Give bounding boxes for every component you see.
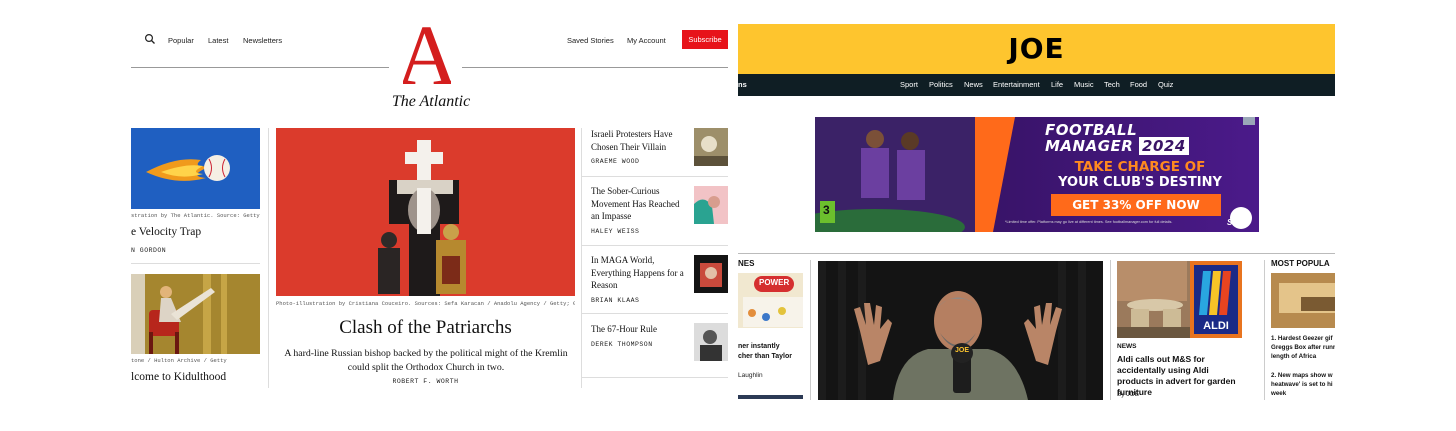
column-divider xyxy=(1264,260,1265,400)
hero-image[interactable] xyxy=(276,128,575,296)
story-headline[interactable]: ner instantly cher than Taylor xyxy=(738,342,804,362)
hero-dek[interactable]: A hard-line Russian bishop backed by the… xyxy=(281,347,571,374)
ad-year-badge: 2024 xyxy=(1139,137,1189,155)
nav-item-tech[interactable]: Tech xyxy=(1104,80,1120,89)
nav-item-quiz[interactable]: Quiz xyxy=(1158,80,1173,89)
hero-byline[interactable]: ROBERT F. WORTH xyxy=(276,378,575,385)
most-popular-thumbnail[interactable] xyxy=(1271,273,1335,328)
story-title[interactable]: e Velocity Trap xyxy=(131,226,201,238)
nav-item-politics[interactable]: Politics xyxy=(929,80,953,89)
image-caption: tone / Hulton Archive / Getty xyxy=(131,357,227,364)
story-divider xyxy=(582,245,728,246)
most-popular-header[interactable]: MOST POPULA xyxy=(1271,259,1330,268)
mic-logo: JOE xyxy=(955,347,970,354)
ad-fine-print: *Limited time offer. Platforms may go li… xyxy=(1005,220,1173,224)
column-divider xyxy=(810,260,811,400)
nav-item-life[interactable]: Life xyxy=(1051,80,1063,89)
joe-screenshot: JOE ns Sport Politics News Entertainment… xyxy=(738,0,1335,431)
side-story-byline[interactable]: BRIAN KLAAS xyxy=(591,297,639,304)
most-popular-item[interactable]: 2. New maps show w heatwave' is set to h… xyxy=(1271,371,1335,398)
story-divider xyxy=(582,377,728,378)
nav-popular[interactable]: Popular xyxy=(168,36,194,45)
atlantic-logo-mark[interactable]: A xyxy=(403,14,451,92)
atlantic-screenshot: Popular Latest Newsletters Saved Stories… xyxy=(131,0,728,431)
story-title[interactable]: lcome to Kidulthood xyxy=(131,371,226,383)
nav-item-entertainment[interactable]: Entertainment xyxy=(993,80,1040,89)
nav-my-account[interactable]: My Account xyxy=(627,36,666,45)
section-header[interactable]: NES xyxy=(738,259,754,268)
story-divider xyxy=(582,176,728,177)
patriarchs-collage xyxy=(276,128,575,296)
football-manager-ad[interactable]: FOOTBALL MANAGER 2024 TAKE CHARGE OF YOU… xyxy=(815,117,1259,232)
side-story-thumbnail[interactable] xyxy=(694,323,728,361)
age-rating-badge: 3 xyxy=(823,203,830,217)
nav-item-music[interactable]: Music xyxy=(1074,80,1094,89)
aldi-logo: ALDI xyxy=(1203,320,1229,332)
side-story-title[interactable]: Israeli Protesters Have Chosen Their Vil… xyxy=(591,128,687,153)
article-tag[interactable]: NEWS xyxy=(1117,343,1137,350)
side-story-byline[interactable]: DEREK THOMPSON xyxy=(591,341,653,348)
joe-header: JOE xyxy=(738,24,1335,74)
video-player[interactable]: JOE xyxy=(818,261,1103,400)
side-story-byline[interactable]: HALEY WEISS xyxy=(591,228,639,235)
column-divider xyxy=(268,128,269,388)
sega-logo: SEGA xyxy=(1227,218,1250,227)
ad-tagline-1: TAKE CHARGE OF xyxy=(1074,159,1206,175)
lottery-image[interactable]: POWER xyxy=(738,273,803,328)
next-story-thumbnail[interactable] xyxy=(738,395,803,399)
nav-item-news[interactable]: News xyxy=(964,80,983,89)
joe-logo[interactable]: JOE xyxy=(738,24,1335,74)
search-icon[interactable] xyxy=(144,33,156,45)
image-caption: stration by The Atlantic. Source: Getty xyxy=(131,212,260,219)
side-story-title[interactable]: The 67-Hour Rule xyxy=(591,323,687,336)
ad-headline-2: MANAGER 2024 xyxy=(1045,137,1189,155)
story-byline[interactable]: N GORDON xyxy=(131,247,166,254)
side-story-byline[interactable]: GRAEME WOOD xyxy=(591,158,639,165)
side-story-title[interactable]: The Sober-Curious Movement Has Reached a… xyxy=(591,185,687,223)
video-frame xyxy=(818,261,1103,400)
story-divider xyxy=(131,263,260,264)
section-rule xyxy=(738,253,1335,254)
nav-item-food[interactable]: Food xyxy=(1130,80,1147,89)
hero-caption: Photo-illustration by Cristiana Couceiro… xyxy=(276,300,575,307)
ad-tagline-2: YOUR CLUB'S DESTINY xyxy=(1058,175,1222,190)
kidulthood-image[interactable] xyxy=(131,274,260,354)
nav-item-sport[interactable]: Sport xyxy=(900,80,918,89)
joe-nav-bar: ns Sport Politics News Entertainment Lif… xyxy=(738,74,1335,96)
column-divider xyxy=(581,128,582,388)
subscribe-button[interactable]: Subscribe xyxy=(682,30,728,49)
nav-saved-stories[interactable]: Saved Stories xyxy=(567,36,614,45)
nav-newsletters[interactable]: Newsletters xyxy=(243,36,282,45)
side-story-thumbnail[interactable] xyxy=(694,128,728,166)
ad-cta-button[interactable]: GET 33% OFF NOW xyxy=(1051,194,1221,216)
atlantic-wordmark[interactable]: The Atlantic xyxy=(371,93,491,111)
aldi-article-image[interactable]: ALDI xyxy=(1117,261,1242,338)
hero-title[interactable]: Clash of the Patriarchs xyxy=(276,317,575,339)
column-divider xyxy=(1110,260,1111,400)
side-story-thumbnail[interactable] xyxy=(694,255,728,293)
woman-on-chair-photo xyxy=(131,274,260,354)
header-rule-right xyxy=(462,67,728,68)
svg-text:A: A xyxy=(403,14,451,92)
header-rule-left xyxy=(131,67,389,68)
velocity-trap-image[interactable] xyxy=(131,128,260,209)
side-story-title[interactable]: In MAGA World, Everything Happens for a … xyxy=(591,254,687,292)
nav-item-partial[interactable]: ns xyxy=(738,80,747,89)
story-divider xyxy=(582,313,728,314)
story-byline[interactable]: Laughlin xyxy=(738,372,763,379)
nav-latest[interactable]: Latest xyxy=(208,36,228,45)
article-byline[interactable]: By JOE xyxy=(1117,391,1139,398)
lottery-label: POWER xyxy=(759,278,790,287)
side-story-thumbnail[interactable] xyxy=(694,186,728,224)
fireball-baseball-icon xyxy=(146,155,230,181)
most-popular-item[interactable]: 1. Hardest Geezer gif Greggs Box after r… xyxy=(1271,334,1335,361)
